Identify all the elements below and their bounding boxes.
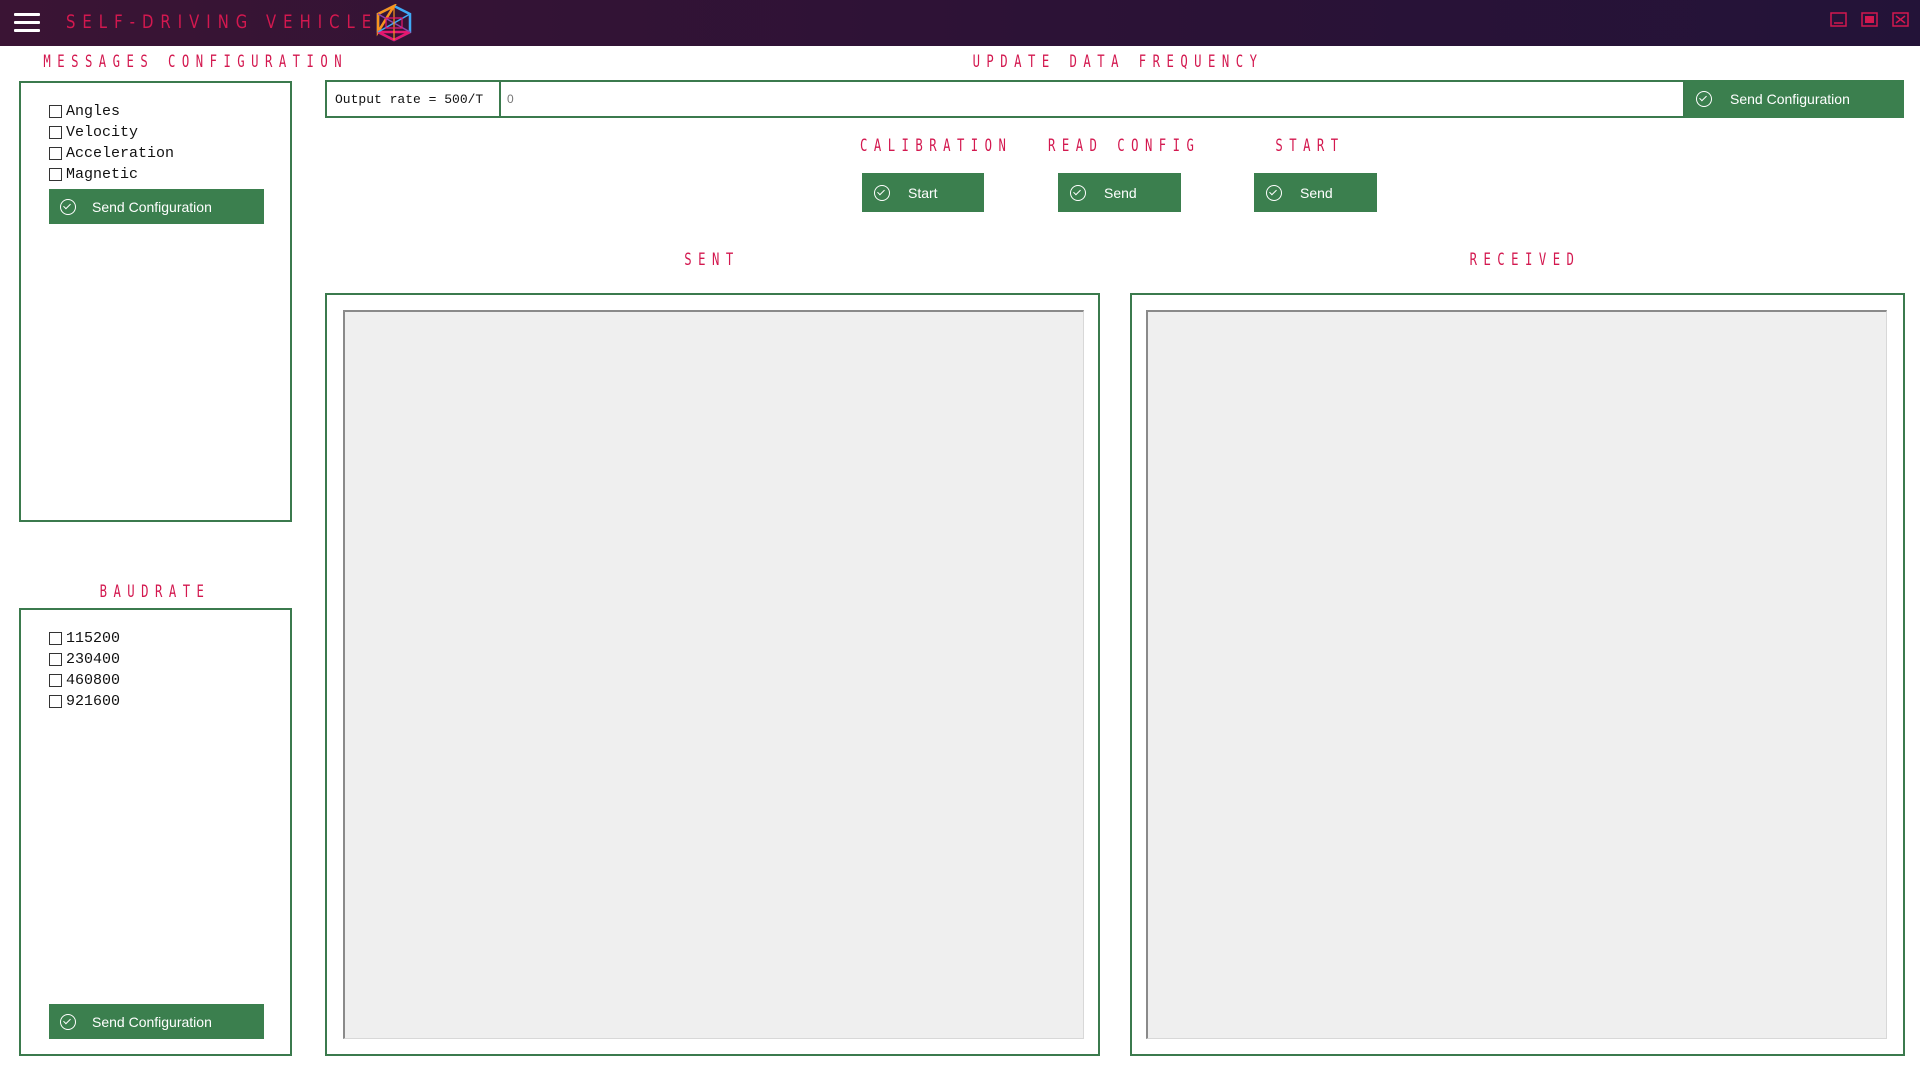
sent-heading: SENT [684,250,740,270]
button-label: Send [1300,184,1333,201]
baudrate-heading: BAUDRATE [99,582,211,602]
send-baudrate-button[interactable]: Send Configuration [49,1004,264,1039]
check-circle-icon [60,198,76,215]
check-circle-icon [1266,184,1282,201]
hexagon-logo-icon [374,2,414,42]
check-circle-icon [1696,91,1712,107]
minimize-icon[interactable] [1830,11,1848,29]
option-label: 921600 [66,693,121,710]
title-bar: SELF-DRIVING VEHICLE [0,0,1920,46]
option-label: 230400 [66,651,121,668]
app-window: SELF-DRIVING VEHICLE MESSAGES CONFIGURAT… [0,0,1920,1080]
button-label: Start [908,184,938,201]
button-label: Send Configuration [92,1013,212,1030]
messages-option-list: Angles Velocity Acceleration Magnetic [49,101,174,185]
option-921600[interactable]: 921600 [49,691,120,712]
option-label: Angles [66,103,121,120]
option-label: Velocity [66,124,139,141]
button-label: Send Configuration [92,198,212,215]
sent-log-textarea[interactable] [343,310,1084,1039]
check-circle-icon [60,1013,76,1030]
checkbox[interactable] [49,632,62,645]
messages-config-panel: Angles Velocity Acceleration Magnetic Se… [19,81,292,522]
received-panel [1130,293,1905,1056]
received-heading: RECEIVED [1469,250,1581,270]
baudrate-panel: 115200 230400 460800 921600 Send Configu… [19,608,292,1056]
received-log-textarea[interactable] [1146,310,1887,1039]
option-magnetic[interactable]: Magnetic [49,164,174,185]
option-460800[interactable]: 460800 [49,670,120,691]
start-heading: START [1275,136,1345,156]
hamburger-menu-icon[interactable] [14,12,40,34]
send-frequency-button[interactable]: Send Configuration [1685,80,1904,118]
checkbox[interactable] [49,695,62,708]
baudrate-option-list: 115200 230400 460800 921600 [49,628,120,712]
checkbox[interactable] [49,674,62,687]
option-115200[interactable]: 115200 [49,628,120,649]
check-circle-icon [874,184,890,201]
option-label: Magnetic [66,166,139,183]
button-label: Send Configuration [1730,91,1850,107]
option-angles[interactable]: Angles [49,101,174,122]
checkbox[interactable] [49,126,62,139]
calibration-start-button[interactable]: Start [862,173,984,212]
maximize-icon[interactable] [1861,11,1879,29]
messages-config-heading: MESSAGES CONFIGURATION [43,52,349,72]
checkbox[interactable] [49,168,62,181]
read-config-heading: READ CONFIG [1048,136,1201,156]
option-label: Acceleration [66,145,175,162]
option-label: 460800 [66,672,121,689]
update-frequency-heading: UPDATE DATA FREQUENCY [972,52,1264,72]
button-label: Send [1104,184,1137,201]
checkbox[interactable] [49,653,62,666]
checkbox[interactable] [49,147,62,160]
option-velocity[interactable]: Velocity [49,122,174,143]
option-230400[interactable]: 230400 [49,649,120,670]
send-messages-config-button[interactable]: Send Configuration [49,189,264,224]
sent-panel [325,293,1100,1056]
read-config-send-button[interactable]: Send [1058,173,1181,212]
start-send-button[interactable]: Send [1254,173,1377,212]
frequency-input[interactable] [501,80,1685,118]
close-icon[interactable] [1892,11,1910,29]
option-acceleration[interactable]: Acceleration [49,143,174,164]
option-label: 115200 [66,630,121,647]
check-circle-icon [1070,184,1086,201]
calibration-heading: CALIBRATION [860,136,1013,156]
app-title: SELF-DRIVING VEHICLE [66,11,379,33]
checkbox[interactable] [49,105,62,118]
output-rate-label: Output rate = 500/T [325,80,501,118]
